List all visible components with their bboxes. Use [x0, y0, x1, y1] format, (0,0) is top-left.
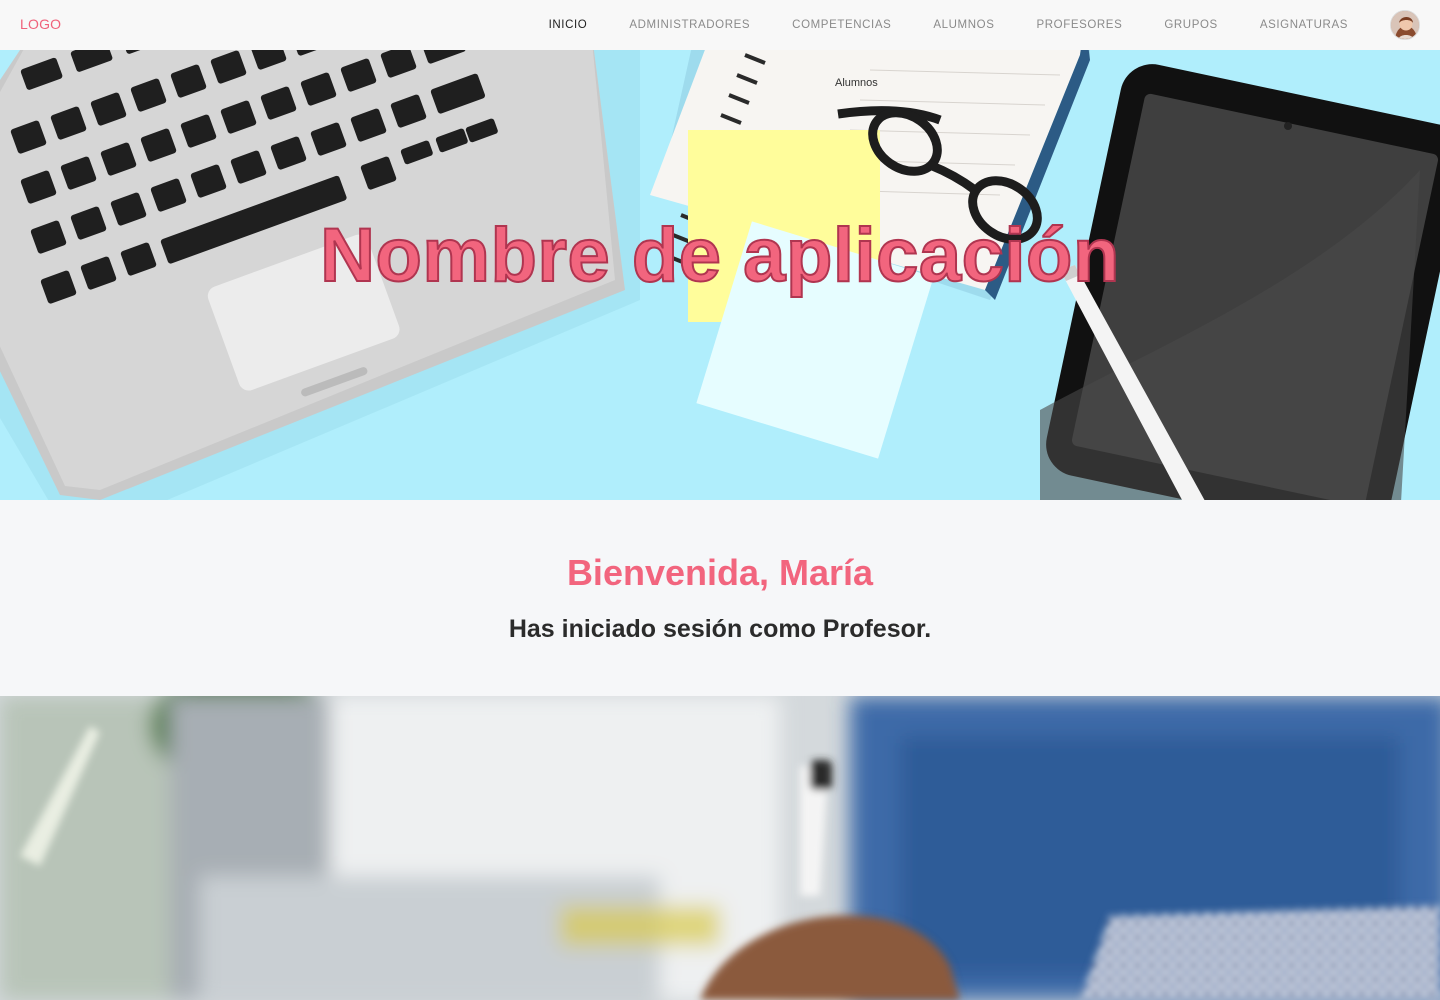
- welcome-heading: Bienvenida, María: [566, 552, 874, 593]
- photo-illustration: [0, 696, 1440, 1000]
- top-navbar: LOGO INICIO ADMINISTRADORES COMPETENCIAS…: [0, 0, 1440, 50]
- nav-item-inicio[interactable]: INICIO: [549, 19, 588, 31]
- nav-item-profesores[interactable]: PROFESORES: [1036, 19, 1122, 31]
- nav-item-alumnos[interactable]: ALUMNOS: [933, 19, 994, 31]
- role-subtitle: Has iniciado sesión como Profesor.: [508, 615, 932, 643]
- app-name-title: Nombre de aplicación: [319, 212, 1120, 299]
- nav-item-administradores[interactable]: ADMINISTRADORES: [629, 19, 750, 31]
- welcome-section: Bienvenida, María Has iniciado sesión co…: [0, 500, 1440, 696]
- user-avatar-icon[interactable]: [1390, 10, 1420, 40]
- hero-banner: Alumnos Nombre de aplicación: [0, 50, 1440, 500]
- nav-item-competencias[interactable]: COMPETENCIAS: [792, 19, 891, 31]
- nav-item-grupos[interactable]: GRUPOS: [1164, 19, 1217, 31]
- main-nav: INICIO ADMINISTRADORES COMPETENCIAS ALUM…: [507, 0, 1348, 50]
- teacher-writing-photo: [0, 696, 1440, 1000]
- nav-item-asignaturas[interactable]: ASIGNATURAS: [1260, 19, 1348, 31]
- logo-link[interactable]: LOGO: [20, 16, 61, 32]
- hero-tooltip-text: Alumnos: [835, 77, 878, 89]
